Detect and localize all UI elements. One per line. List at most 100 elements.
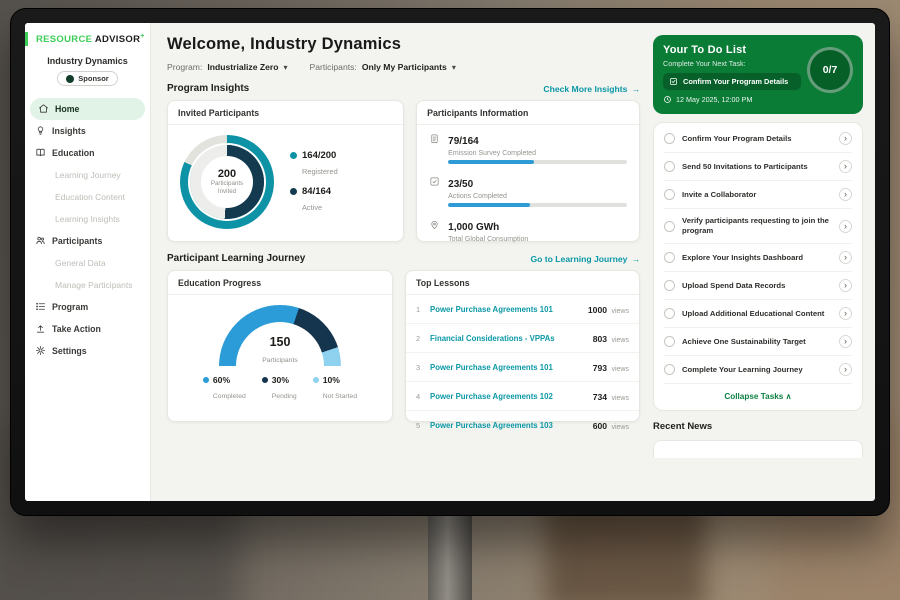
section-title: Participant Learning Journey (167, 253, 305, 264)
chevron-right-icon[interactable]: › (839, 307, 852, 320)
participants-filter-label: Participants: (310, 62, 357, 72)
education-legend: 60% Completed 30% Pending 10% Not Starte… (168, 375, 392, 403)
chevron-down-icon: ▾ (452, 63, 456, 72)
sidebar-item-settings[interactable]: Settings (25, 340, 150, 362)
invited-legend: 164/200 Registered 84/164 Active (290, 143, 338, 222)
legend-registered: 164/200 Registered (290, 150, 338, 179)
card-title: Top Lessons (406, 271, 639, 295)
sidebar-item-insights[interactable]: Insights (25, 120, 150, 142)
legend-dot-registered (290, 152, 297, 159)
survey-icon (429, 133, 440, 144)
chevron-right-icon[interactable]: › (839, 363, 852, 376)
chevron-down-icon: ▾ (284, 63, 288, 72)
chevron-right-icon[interactable]: › (839, 188, 852, 201)
task-row[interactable]: Send 50 Invitations to Participants › (664, 153, 852, 181)
task-row[interactable]: Upload Additional Educational Content › (664, 300, 852, 328)
task-checkbox[interactable] (664, 161, 675, 172)
task-row[interactable]: Upload Spend Data Records › (664, 272, 852, 300)
sidebar-item-learning-insights[interactable]: Learning Insights (25, 208, 150, 230)
chevron-right-icon[interactable]: › (839, 279, 852, 292)
legend-dot-not-started (313, 377, 319, 383)
task-checkbox[interactable] (664, 252, 675, 263)
task-checkbox[interactable] (664, 280, 675, 291)
sidebar-item-participants[interactable]: Participants (25, 230, 150, 252)
invited-participants-card: Invited Participants 200 Participants In… (167, 100, 404, 242)
org-block: Industry Dynamics Sponsor (25, 56, 150, 88)
sidebar-item-label: Take Action (52, 324, 101, 334)
participants-information-card: Participants Information 79/164 Emission… (416, 100, 640, 242)
sidebar-item-manage-participants[interactable]: Manage Participants (25, 274, 150, 296)
next-task-chip[interactable]: Confirm Your Program Details (663, 73, 801, 90)
sidebar-item-label: Participants (52, 236, 102, 246)
sidebar-item-program[interactable]: Program (25, 296, 150, 318)
sponsor-badge-label: Sponsor (78, 74, 108, 83)
chevron-right-icon[interactable]: › (839, 132, 852, 145)
brand-logo-plus: + (140, 33, 144, 40)
program-filter-label: Program: (167, 62, 202, 72)
stat-global-consumption: 1,000 GWh Total Global Consumption (417, 211, 639, 250)
chevron-right-icon[interactable]: › (839, 220, 852, 233)
monitor-stand (428, 512, 472, 600)
task-row[interactable]: Explore Your Insights Dashboard › (664, 244, 852, 272)
gear-icon (35, 345, 46, 356)
task-checkbox[interactable] (664, 336, 675, 347)
sidebar-item-label: Education (52, 148, 95, 158)
chevron-right-icon[interactable]: › (839, 251, 852, 264)
org-name: Industry Dynamics (25, 56, 150, 66)
chevron-right-icon[interactable]: › (839, 335, 852, 348)
card-title: Education Progress (168, 271, 392, 295)
sponsor-badge[interactable]: Sponsor (57, 71, 117, 86)
legend-pending: 30% Pending (262, 375, 297, 403)
lesson-link[interactable]: Power Purchase Agreements 103 (430, 421, 586, 430)
task-list-card: Confirm Your Program Details › Send 50 I… (653, 122, 863, 411)
education-gauge-chart: 150 Participants (219, 305, 341, 367)
progress-fill (448, 160, 534, 164)
task-checkbox[interactable] (664, 189, 675, 200)
go-to-learning-journey-link[interactable]: Go to Learning Journey → (530, 254, 640, 264)
task-row[interactable]: Verify participants requesting to join t… (664, 209, 852, 244)
todo-column: Your To Do List Complete Your Next Task:… (653, 23, 875, 501)
home-icon (38, 103, 49, 114)
task-checkbox[interactable] (664, 308, 675, 319)
bulb-icon (35, 125, 46, 136)
task-row[interactable]: Invite a Collaborator › (664, 181, 852, 209)
lesson-link[interactable]: Power Purchase Agreements 102 (430, 392, 586, 401)
brand-logo-primary: RESOURCE (36, 34, 92, 45)
recent-news-card (653, 440, 863, 458)
task-checkbox[interactable] (664, 133, 675, 144)
people-icon (35, 235, 46, 246)
sidebar-item-education[interactable]: Education (25, 142, 150, 164)
sidebar-item-education-content[interactable]: Education Content (25, 186, 150, 208)
due-date: 12 May 2025, 12:00 PM (663, 95, 853, 104)
sidebar: RESOURCE ADVISOR+ Industry Dynamics Spon… (25, 23, 151, 501)
chevron-right-icon[interactable]: › (839, 160, 852, 173)
sidebar-item-home[interactable]: Home (30, 98, 145, 120)
lesson-link[interactable]: Power Purchase Agreements 101 (430, 305, 581, 314)
brand-logo: RESOURCE ADVISOR+ (25, 32, 150, 46)
lesson-link[interactable]: Power Purchase Agreements 101 (430, 363, 586, 372)
sidebar-item-label: Education Content (55, 192, 125, 202)
program-insights-header: Program Insights Check More Insights → (167, 83, 640, 94)
lesson-link[interactable]: Financial Considerations - VPPAs (430, 334, 586, 343)
chevron-up-icon: ∧ (786, 392, 792, 401)
lesson-row: 2 Financial Considerations - VPPAs 803 v… (406, 324, 639, 353)
sidebar-item-general-data[interactable]: General Data (25, 252, 150, 274)
donut-center: 200 Participants Invited (201, 156, 253, 208)
task-row[interactable]: Achieve One Sustainability Target › (664, 328, 852, 356)
participants-filter[interactable]: Participants: Only My Participants ▾ (310, 62, 456, 72)
task-checkbox[interactable] (664, 364, 675, 375)
sidebar-nav: Home Insights Education Learning Journey… (25, 98, 150, 362)
program-filter[interactable]: Program: Industrialize Zero ▾ (167, 62, 288, 72)
sidebar-item-label: Home (55, 104, 79, 114)
sidebar-item-learning-journey[interactable]: Learning Journey (25, 164, 150, 186)
task-row[interactable]: Confirm Your Program Details › (664, 125, 852, 153)
sidebar-item-label: Manage Participants (55, 280, 133, 290)
lesson-row: 4 Power Purchase Agreements 102 734 view… (406, 382, 639, 411)
participants-filter-value: Only My Participants (362, 62, 447, 72)
todo-summary-card: Your To Do List Complete Your Next Task:… (653, 35, 863, 114)
task-row[interactable]: Complete Your Learning Journey › (664, 356, 852, 384)
task-checkbox[interactable] (664, 221, 675, 232)
check-more-insights-link[interactable]: Check More Insights → (543, 84, 640, 94)
collapse-tasks-link[interactable]: Collapse Tasks ∧ (664, 384, 852, 404)
sidebar-item-take-action[interactable]: Take Action (25, 318, 150, 340)
